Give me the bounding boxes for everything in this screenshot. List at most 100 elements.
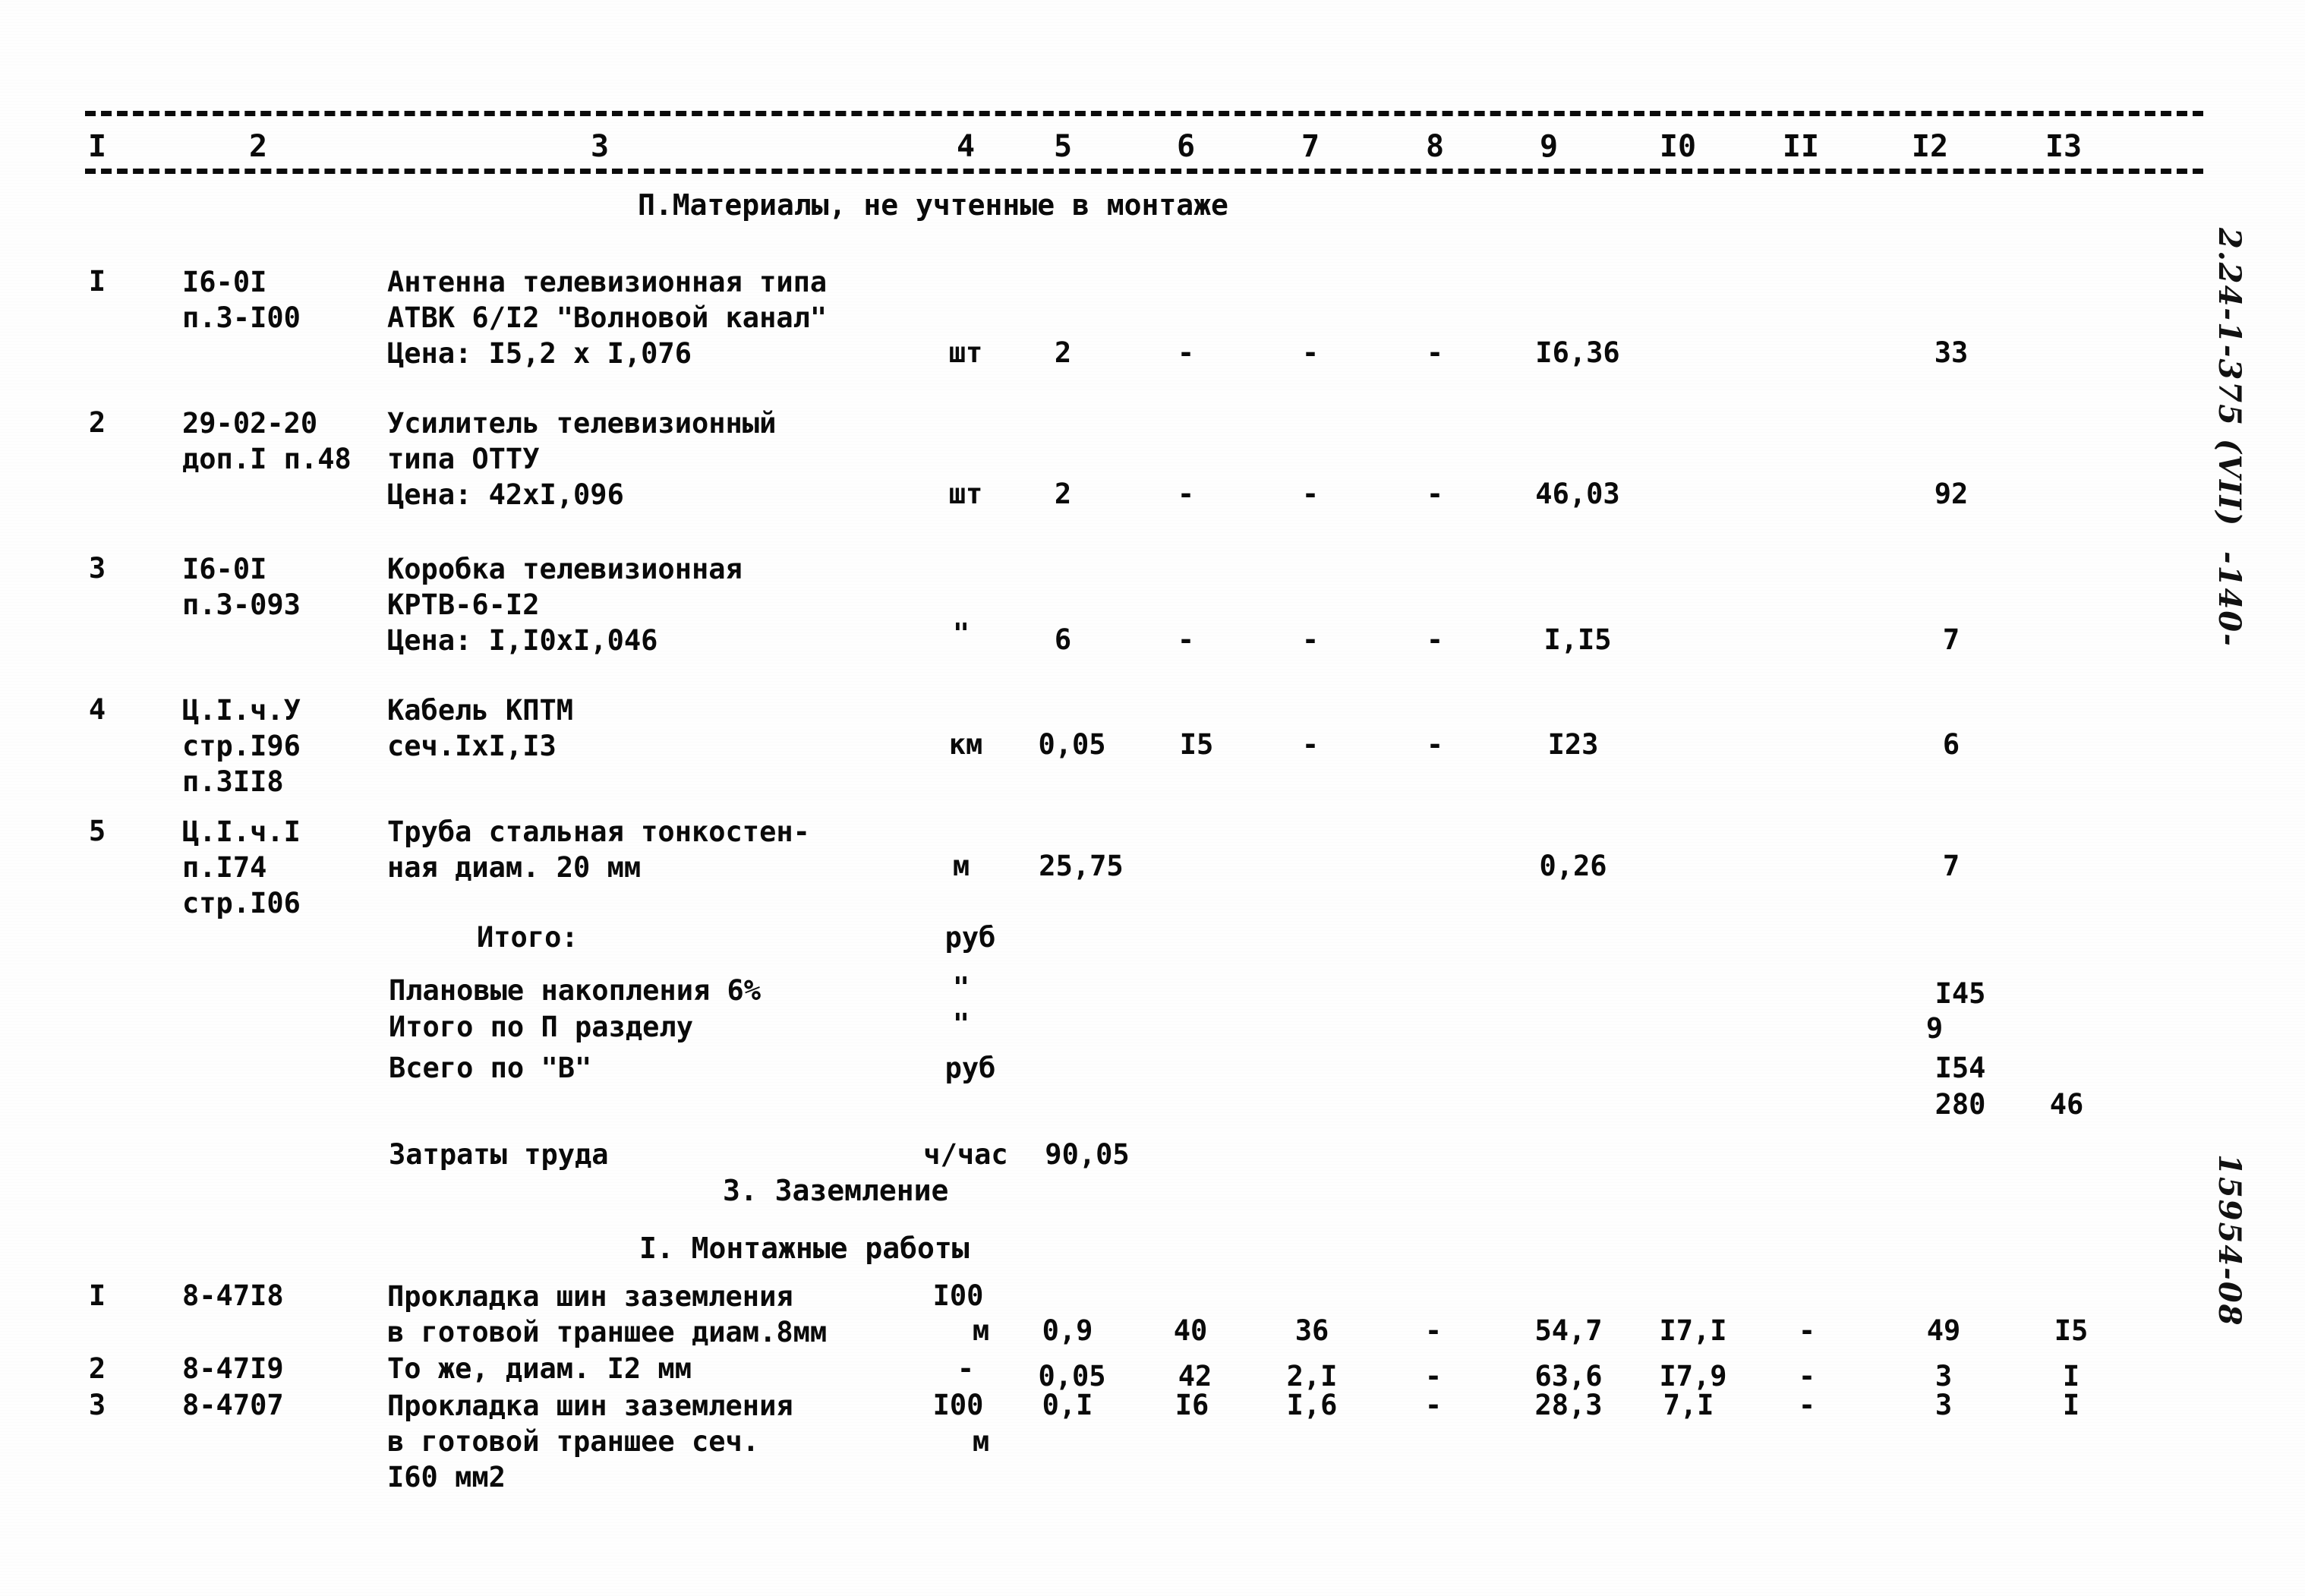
row-col6: - xyxy=(1177,336,1195,369)
labor-label: Затраты труда xyxy=(389,1138,609,1171)
row-col5: 6 xyxy=(1054,623,1072,656)
total-amount-planovye: I45 xyxy=(1934,977,1986,1010)
column-number-4: 4 xyxy=(956,129,976,164)
row-code: Ц.I.ч.У стр.I96 п.3II8 xyxy=(182,692,301,800)
column-number-12: I2 xyxy=(1911,129,1949,164)
row-col7: I,6 xyxy=(1286,1389,1338,1421)
row-col12: 6 xyxy=(1942,728,1960,761)
code-line-2: п.I74 xyxy=(182,851,267,884)
row-number: I xyxy=(88,265,106,298)
total-amount-grand-12: 280 xyxy=(1934,1088,1986,1121)
row-col8: - xyxy=(1426,728,1444,761)
section-title-installation-works: I. Монтажные работы xyxy=(639,1232,970,1265)
row-code: 8-4707 xyxy=(182,1389,284,1421)
desc-line-2: КРТВ-6-I2 xyxy=(387,588,540,621)
row-number: 3 xyxy=(88,552,106,585)
labor-value: 90,05 xyxy=(1045,1138,1130,1171)
row-description: Прокладка шин заземления в готовой транш… xyxy=(387,1388,793,1495)
code-line-1: Ц.I.ч.У xyxy=(182,694,301,727)
column-number-1: I xyxy=(87,129,107,164)
row-unit: " xyxy=(952,617,970,650)
column-number-11: II xyxy=(1782,129,1820,164)
total-unit-itogo: руб xyxy=(944,921,996,954)
row-number: 3 xyxy=(88,1389,106,1421)
total-label-razdel: Итого по П разделу xyxy=(389,1011,693,1043)
desc-line-3: Цена: 42хI,096 xyxy=(387,478,624,511)
column-number-header: I 2 3 4 5 6 7 8 9 I0 II I2 I3 xyxy=(0,0,2305,1596)
total-unit-planovye: " xyxy=(952,971,970,1004)
row-col8: - xyxy=(1424,1389,1443,1421)
scanned-page: I 2 3 4 5 6 7 8 9 I0 II I2 I3 П.Материал… xyxy=(0,0,2305,1596)
row-description: То же, диам. I2 мм xyxy=(387,1352,692,1385)
row-col12: 7 xyxy=(1942,623,1960,656)
row-col8: - xyxy=(1426,623,1444,656)
row-col7: - xyxy=(1301,623,1320,656)
row-unit-line-1: - xyxy=(957,1352,975,1385)
desc-line-1: Антенна телевизионная типа xyxy=(387,266,828,298)
margin-note-bottom: 15954-08 xyxy=(2212,1154,2247,1327)
column-number-6: 6 xyxy=(1176,129,1196,164)
row-unit-line-2: м xyxy=(972,1425,990,1458)
row-unit: м xyxy=(952,850,970,882)
row-col6: - xyxy=(1177,623,1195,656)
desc-line-2: в готовой траншее диам.8мм xyxy=(387,1316,828,1348)
code-line-2: п.3-093 xyxy=(182,588,301,621)
row-col12: 49 xyxy=(1926,1314,1961,1347)
total-unit-razdel: " xyxy=(952,1008,970,1040)
desc-line-1: Кабель КПТМ xyxy=(387,694,574,727)
code-line-2: п.3-I00 xyxy=(182,301,301,334)
row-code: 8-47I9 xyxy=(182,1352,284,1385)
row-unit: км xyxy=(948,728,983,761)
row-col9: I6,36 xyxy=(1535,336,1620,369)
desc-line-2: ная диам. 20 мм xyxy=(387,851,642,884)
code-line-3: стр.I06 xyxy=(182,887,301,919)
desc-line-1: Коробка телевизионная xyxy=(387,553,743,585)
desc-line-2: АТВК 6/I2 "Волновой канал" xyxy=(387,301,828,334)
row-description: Прокладка шин заземления в готовой транш… xyxy=(387,1279,827,1350)
section-title-materials: П.Материалы, не учтенные в монтаже xyxy=(638,188,1228,222)
column-number-7: 7 xyxy=(1301,129,1320,164)
row-number: 2 xyxy=(88,406,106,439)
row-col5: 0,9 xyxy=(1042,1314,1093,1347)
code-line-1: I6-0I xyxy=(182,266,267,298)
row-col6: I6 xyxy=(1175,1389,1209,1421)
total-label-itogo: Итого: xyxy=(477,921,579,954)
total-amount-vsego: I54 xyxy=(1934,1052,1986,1084)
row-code: I6-0I п.3-I00 xyxy=(182,264,301,336)
total-label-planovye: Плановые накопления 6% xyxy=(389,974,762,1007)
column-number-9: 9 xyxy=(1539,129,1559,164)
row-number: 2 xyxy=(88,1352,106,1385)
code-line-1: 29-02-20 xyxy=(182,407,318,440)
desc-line-2: сеч.IхI,I3 xyxy=(387,730,557,762)
row-col7: - xyxy=(1301,728,1320,761)
row-number: 5 xyxy=(88,815,106,847)
row-unit: шт xyxy=(948,336,983,369)
row-col5: 0,I xyxy=(1042,1389,1093,1421)
row-col7: 36 xyxy=(1294,1314,1329,1347)
column-number-13: I3 xyxy=(2045,129,2083,164)
column-number-3: 3 xyxy=(590,129,610,164)
desc-line-1: Прокладка шин заземления xyxy=(387,1280,793,1313)
margin-note-top: 2.24-1-375 (VII) -140- xyxy=(2212,228,2247,648)
row-description: Труба стальная тонкостен- ная диам. 20 м… xyxy=(387,814,810,885)
row-col5: 25,75 xyxy=(1039,850,1124,882)
row-col7: - xyxy=(1301,336,1320,369)
row-unit-line-1: I00 xyxy=(932,1389,984,1421)
row-unit-line-2: м xyxy=(972,1314,990,1347)
row-col11: - xyxy=(1798,1314,1816,1347)
desc-line-2: в готовой траншее сеч. xyxy=(387,1425,760,1458)
row-col13: I5 xyxy=(2054,1314,2089,1347)
row-number: 4 xyxy=(88,693,106,726)
row-description: Коробка телевизионная КРТВ-6-I2 Цена: I,… xyxy=(387,551,743,658)
row-col5: 2 xyxy=(1054,336,1072,369)
column-number-10: I0 xyxy=(1659,129,1697,164)
row-col9: 46,03 xyxy=(1535,478,1620,510)
row-col8: - xyxy=(1426,478,1444,510)
row-col8: - xyxy=(1424,1314,1443,1347)
row-unit-line-1: I00 xyxy=(932,1279,984,1312)
row-col7: - xyxy=(1301,478,1320,510)
row-col8: - xyxy=(1426,336,1444,369)
desc-line-2: типа ОТТУ xyxy=(387,443,540,475)
row-col12: 7 xyxy=(1942,850,1960,882)
row-col5: 0,05 xyxy=(1038,728,1106,761)
